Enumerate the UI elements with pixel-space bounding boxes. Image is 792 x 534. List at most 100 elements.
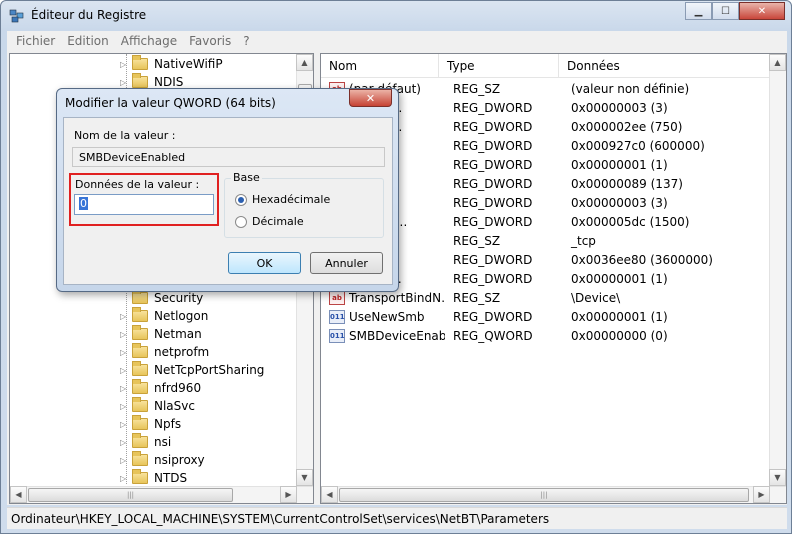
value-type: REG_DWORD [453, 214, 533, 229]
scroll-left-button[interactable]: ◀ [10, 486, 27, 503]
chevron-up-icon: ▲ [301, 58, 308, 67]
value-data: 0x00000001 (1) [571, 309, 668, 324]
radio-hexadecimal[interactable]: Hexadécimale [235, 193, 330, 206]
value-type: REG_DWORD [453, 309, 533, 324]
maximize-icon: ☐ [721, 5, 730, 17]
ok-button[interactable]: OK [228, 252, 301, 274]
scrollbar-thumb-horizontal[interactable]: ||| [28, 488, 233, 502]
radio-selected-icon [235, 193, 247, 206]
maximize-button[interactable]: ☐ [712, 2, 739, 20]
column-type[interactable]: Type [439, 54, 559, 78]
value-data: 0x000927c0 (600000) [571, 138, 705, 153]
radio-decimal[interactable]: Décimale [235, 215, 304, 228]
expand-arrow-icon[interactable]: ▷ [120, 456, 128, 465]
value-type: REG_DWORD [453, 138, 533, 153]
expand-arrow-icon[interactable]: ▷ [120, 438, 128, 447]
folder-icon [132, 433, 148, 448]
tree-horizontal-scrollbar[interactable]: ◀ ||| ▶ [10, 486, 313, 503]
chevron-down-icon: ▼ [301, 473, 308, 482]
folder-icon [132, 397, 148, 412]
scroll-left-button[interactable]: ◀ [321, 486, 338, 503]
binary-value-icon: 011 [329, 309, 345, 324]
value-data: 0x000005dc (1500) [571, 214, 690, 229]
value-name: SMBDeviceEnab… [349, 328, 445, 343]
expand-arrow-icon[interactable]: ▷ [120, 312, 128, 321]
list-horizontal-scrollbar[interactable]: ◀ ||| ▶ [321, 486, 786, 503]
value-name: TransportBindN… [349, 290, 445, 305]
radio-decimal-label: Décimale [252, 215, 304, 228]
tree-item-label: nfrd960 [154, 381, 202, 395]
menu-item[interactable]: Favoris [183, 34, 237, 48]
tree-item[interactable]: ▷ nsiproxy [120, 451, 205, 469]
value-data: 0x00000000 (0) [571, 328, 668, 343]
list-item[interactable]: 011 SMBDeviceEnab… REG_QWORD 0x00000000 (0) [321, 326, 771, 345]
minimize-button[interactable]: ▁ [685, 2, 712, 20]
close-button[interactable]: ✕ [739, 2, 785, 20]
tree-item-label: netprofm [154, 345, 210, 359]
expand-arrow-icon[interactable]: ▷ [120, 420, 128, 429]
expand-arrow-icon[interactable]: ▷ [120, 402, 128, 411]
tree-item-label: Netlogon [154, 309, 209, 323]
value-name-label: Nom de la valeur : [74, 129, 176, 142]
tree-item[interactable]: ▷ nfrd960 [120, 379, 201, 397]
folder-icon [132, 379, 148, 394]
dialog-close-button[interactable]: ✕ [349, 89, 392, 107]
folder-icon [132, 307, 148, 322]
tree-item-label: nsi [154, 435, 172, 449]
expand-arrow-icon[interactable]: ▷ [120, 384, 128, 393]
tree-item-label: NativeWifiP [154, 57, 223, 71]
value-data: (valeur non définie) [571, 81, 690, 96]
folder-icon [132, 55, 148, 70]
value-data: 0x000002ee (750) [571, 119, 683, 134]
radio-unselected-icon [235, 215, 247, 228]
folder-icon [132, 415, 148, 430]
expand-arrow-icon[interactable]: ▷ [120, 366, 128, 375]
cancel-button[interactable]: Annuler [310, 252, 383, 274]
list-vertical-scrollbar[interactable]: ▲ ▼ [769, 54, 786, 486]
tree-item[interactable]: ▷ NativeWifiP [120, 55, 223, 73]
scroll-right-button[interactable]: ▶ [280, 486, 297, 503]
status-bar: Ordinateur\HKEY_LOCAL_MACHINE\SYSTEM\Cur… [7, 507, 787, 529]
list-item[interactable]: 011 UseNewSmb REG_DWORD 0x00000001 (1) [321, 307, 771, 326]
scroll-up-button[interactable]: ▲ [769, 54, 786, 71]
scrollbar-thumb-horizontal[interactable]: ||| [339, 488, 749, 502]
base-group: Base Hexadécimale Décimale [224, 171, 384, 238]
value-type: REG_DWORD [453, 119, 533, 134]
menu-item[interactable]: Edition [61, 34, 115, 48]
value-data: 0x00000003 (3) [571, 195, 668, 210]
tree-item[interactable]: ▷ NlaSvc [120, 397, 195, 415]
value-data: 0x00000089 (137) [571, 176, 683, 191]
expand-arrow-icon[interactable]: ▷ [120, 78, 128, 87]
column-name[interactable]: Nom [321, 54, 439, 78]
tree-item[interactable]: ▷ Npfs [120, 415, 181, 433]
column-data[interactable]: Données [559, 54, 771, 78]
value-type: REG_DWORD [453, 271, 533, 286]
expand-arrow-icon[interactable]: ▷ [120, 348, 128, 357]
menu-item[interactable]: Fichier [10, 34, 61, 48]
menu-item[interactable]: Affichage [115, 34, 183, 48]
scroll-down-button[interactable]: ▼ [769, 469, 786, 486]
value-type: REG_DWORD [453, 100, 533, 115]
expand-arrow-icon[interactable]: ▷ [120, 474, 128, 483]
scroll-right-button[interactable]: ▶ [753, 486, 770, 503]
value-data: 0x0036ee80 (3600000) [571, 252, 713, 267]
expand-arrow-icon[interactable]: ▷ [120, 60, 128, 69]
menu-item[interactable]: ? [237, 34, 255, 48]
tree-item[interactable]: ▷ nsi [120, 433, 171, 451]
tree-item[interactable]: ▷ Netlogon [120, 307, 208, 325]
folder-icon [132, 343, 148, 358]
tree-item-label: Security [154, 291, 204, 305]
scroll-up-button[interactable]: ▲ [296, 54, 313, 71]
chevron-up-icon: ▲ [774, 58, 781, 67]
close-icon: ✕ [365, 91, 376, 105]
tree-item[interactable]: ▷ NetTcpPortSharing [120, 361, 264, 379]
value-type: REG_QWORD [453, 328, 533, 343]
tree-item[interactable]: ▷ NTDS [120, 469, 187, 487]
value-data-input[interactable]: 0 [74, 194, 214, 215]
chevron-left-icon: ◀ [326, 490, 333, 499]
tree-item[interactable]: ▷ netprofm [120, 343, 209, 361]
title-bar[interactable]: Éditeur du Registre ▁ ☐ ✕ [1, 1, 791, 31]
scroll-down-button[interactable]: ▼ [296, 469, 313, 486]
tree-item[interactable]: ▷ Netman [120, 325, 202, 343]
expand-arrow-icon[interactable]: ▷ [120, 330, 128, 339]
